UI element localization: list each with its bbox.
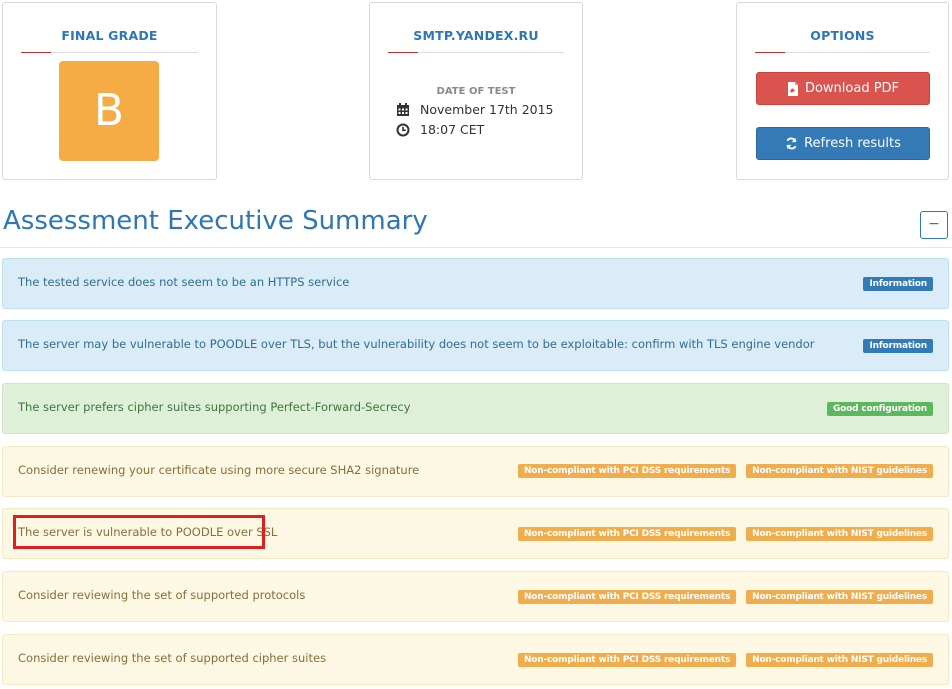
title-accent-line — [21, 52, 51, 53]
server-title: SMTP.YANDEX.RU — [388, 28, 564, 53]
title-accent-line — [388, 52, 418, 53]
summary-item-pfs: The server prefers cipher suites support… — [2, 383, 949, 434]
heading-divider — [0, 247, 952, 248]
highlight-box — [13, 515, 265, 549]
calendar-icon — [397, 102, 409, 116]
summary-heading: Assessment Executive Summary — [3, 206, 428, 236]
date-of-test-label: DATE OF TEST — [436, 86, 516, 97]
nist-badge: Non-compliant with NIST guidelines — [746, 527, 933, 541]
nist-badge: Non-compliant with NIST guidelines — [746, 590, 933, 604]
summary-item-https: The tested service does not seem to be a… — [2, 258, 949, 309]
test-date: November 17th 2015 — [420, 102, 554, 117]
summary-item-text: Consider reviewing the set of supported … — [18, 651, 327, 665]
pci-dss-badge: Non-compliant with PCI DSS requirements — [517, 464, 737, 478]
summary-item-protocols: Consider reviewing the set of supported … — [2, 571, 949, 622]
grade-badge: B — [59, 61, 159, 161]
pci-dss-badge: Non-compliant with PCI DSS requirements — [517, 653, 737, 667]
options-title: OPTIONS — [755, 28, 930, 53]
information-badge: Information — [863, 339, 933, 353]
options-card: OPTIONS Download PDF Refresh results — [736, 2, 949, 180]
summary-item-text: The server prefers cipher suites support… — [18, 400, 411, 414]
pdf-file-icon — [787, 81, 798, 96]
title-accent-line — [755, 52, 785, 53]
pci-dss-badge: Non-compliant with PCI DSS requirements — [517, 527, 737, 541]
collapse-button[interactable]: − — [920, 211, 948, 239]
summary-item-cipher-suites: Consider reviewing the set of supported … — [2, 634, 949, 685]
summary-item-sha2: Consider renewing your certificate using… — [2, 446, 949, 497]
final-grade-card: FINAL GRADE B — [2, 2, 217, 180]
summary-item-text: Consider renewing your certificate using… — [18, 463, 420, 477]
pci-dss-badge: Non-compliant with PCI DSS requirements — [517, 590, 737, 604]
summary-item-text: The tested service does not seem to be a… — [18, 275, 350, 289]
summary-item-text: The server may be vulnerable to POODLE o… — [18, 337, 815, 351]
refresh-results-button[interactable]: Refresh results — [756, 127, 930, 160]
information-badge: Information — [863, 277, 933, 291]
summary-item-text: Consider reviewing the set of supported … — [18, 588, 306, 602]
test-time: 18:07 CET — [420, 122, 485, 137]
refresh-icon — [786, 137, 797, 150]
server-card: SMTP.YANDEX.RU DATE OF TEST November 17t… — [369, 2, 583, 180]
final-grade-title: FINAL GRADE — [21, 28, 198, 53]
test-time-row: 18:07 CET — [396, 122, 484, 137]
summary-item-poodle-tls: The server may be vulnerable to POODLE o… — [2, 320, 949, 371]
clock-icon — [396, 123, 410, 136]
download-pdf-button[interactable]: Download PDF — [756, 72, 930, 105]
test-date-row: November 17th 2015 — [396, 102, 554, 117]
good-configuration-badge: Good configuration — [827, 402, 933, 416]
nist-badge: Non-compliant with NIST guidelines — [746, 464, 933, 478]
nist-badge: Non-compliant with NIST guidelines — [746, 653, 933, 667]
